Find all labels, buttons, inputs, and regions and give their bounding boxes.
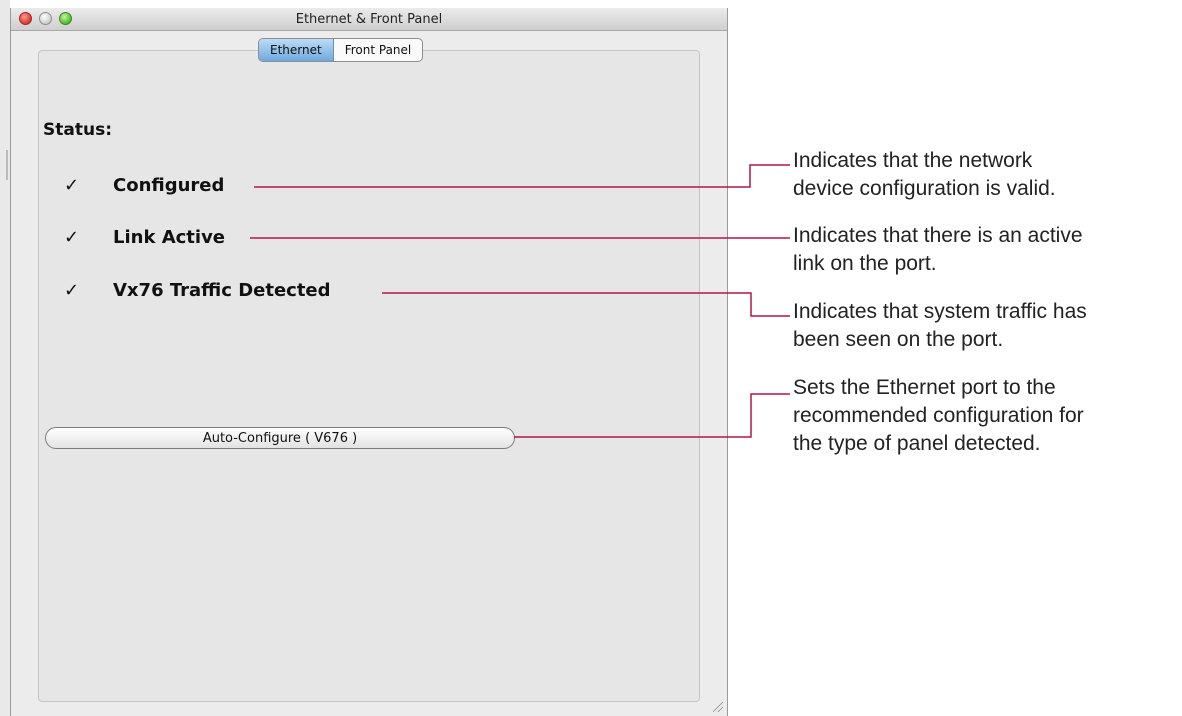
status-configured: Configured xyxy=(113,175,225,196)
annotation-traffic: Indicates that system traffic has been s… xyxy=(793,300,1087,351)
annotation-link-active: Indicates that there is an active link o… xyxy=(793,224,1083,275)
tab-ethernet[interactable]: Ethernet xyxy=(259,39,334,61)
resize-grip[interactable] xyxy=(713,702,723,712)
auto-configure-button[interactable]: Auto-Configure ( V676 ) xyxy=(45,427,515,449)
check-icon: ✓ xyxy=(64,280,80,301)
annotation-configured: Indicates that the network device config… xyxy=(793,149,1056,200)
check-icon: ✓ xyxy=(64,175,80,196)
check-icon: ✓ xyxy=(64,227,80,248)
annotation-auto-configure: Sets the Ethernet port to the recommende… xyxy=(793,376,1084,455)
content-panel xyxy=(38,50,700,702)
background-strip xyxy=(0,0,10,716)
window: Ethernet & Front Panel Ethernet Front Pa… xyxy=(10,8,728,716)
status-heading: Status: xyxy=(43,120,112,140)
title-bar[interactable]: Ethernet & Front Panel xyxy=(11,8,727,31)
window-title: Ethernet & Front Panel xyxy=(295,12,443,27)
tab-front-panel[interactable]: Front Panel xyxy=(334,39,423,61)
tab-bar: Ethernet Front Panel xyxy=(258,38,424,62)
status-traffic-detected: Vx76 Traffic Detected xyxy=(113,280,331,301)
status-link-active: Link Active xyxy=(113,227,226,248)
